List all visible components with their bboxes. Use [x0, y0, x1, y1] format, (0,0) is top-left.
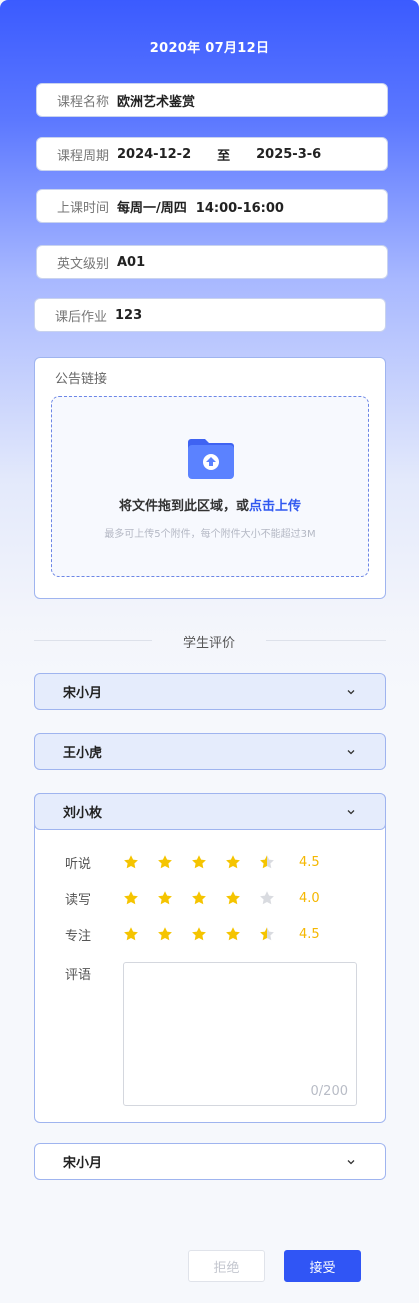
star-icon[interactable]	[191, 926, 207, 942]
student-name: 宋小月	[63, 1156, 103, 1171]
course-period-separator: 至	[217, 148, 231, 164]
chevron-down-icon	[347, 689, 355, 694]
course-name-label: 课程名称	[57, 94, 110, 110]
rating-label: 读写	[65, 892, 92, 908]
star-icon[interactable]	[191, 854, 207, 870]
star-icon[interactable]	[123, 854, 139, 870]
student-name: 刘小枚	[63, 806, 103, 821]
upload-hint: 最多可上传5个附件，每个附件大小不能超过3M	[104, 529, 316, 540]
upload-link[interactable]: 点击上传	[249, 499, 301, 514]
chevron-down-icon	[347, 749, 355, 754]
section-title-evaluation: 学生评价	[182, 636, 235, 651]
student-accordion-3-expanded: 刘小枚 听说 4.5 读写 4.0 专注 4.5 评语 0/200	[34, 793, 386, 1123]
rating-score: 4.0	[299, 890, 320, 906]
star-icon[interactable]	[123, 926, 139, 942]
file-upload-dropzone[interactable]: 将文件拖到此区域，或点击上传 最多可上传5个附件，每个附件大小不能超过3M	[51, 396, 369, 577]
star-icon[interactable]	[225, 890, 241, 906]
course-period-start: 2024-12-2	[117, 146, 192, 162]
rating-row-focus: 专注 4.5	[65, 924, 320, 944]
class-time-label: 上课时间	[57, 200, 110, 216]
star-icon[interactable]	[191, 890, 207, 906]
course-period-label: 课程周期	[57, 148, 110, 164]
student-accordion-3[interactable]: 刘小枚	[34, 793, 386, 830]
rating-score: 4.5	[299, 854, 320, 870]
comment-textarea[interactable]: 0/200	[123, 962, 357, 1106]
star-icon[interactable]	[157, 890, 173, 906]
chevron-down-icon	[347, 809, 355, 814]
star-icon[interactable]	[157, 854, 173, 870]
comment-label: 评语	[65, 968, 92, 983]
rating-row-reading-writing: 读写 4.0	[65, 888, 320, 908]
page-date-title: 2020年 07月12日	[149, 41, 270, 56]
star-rating[interactable]	[123, 926, 293, 942]
rating-label: 听说	[65, 856, 92, 872]
student-accordion-4[interactable]: 宋小月	[34, 1143, 386, 1180]
folder-upload-icon	[188, 439, 234, 479]
homework-row: 课后作业 123	[34, 298, 386, 332]
rating-row-listening: 听说 4.5	[65, 852, 320, 872]
star-icon[interactable]	[259, 890, 275, 906]
notice-link-card: 公告链接 将文件拖到此区域，或点击上传 最多可上传5个附件，每个附件大小不能超过…	[34, 357, 386, 599]
course-period-row: 课程周期 2024-12-2 至 2025-3-6	[36, 137, 388, 171]
course-period-end: 2025-3-6	[256, 146, 322, 162]
star-rating[interactable]	[123, 854, 293, 870]
upload-instruction: 将文件拖到此区域，或点击上传	[52, 495, 368, 514]
student-accordion-1[interactable]: 宋小月	[34, 673, 386, 710]
divider-left	[34, 640, 152, 641]
class-time-value: 每周一/周四 14:00-16:00	[117, 200, 284, 216]
english-level-row: 英文级别 A01	[36, 245, 388, 279]
star-icon[interactable]	[157, 926, 173, 942]
student-name: 宋小月	[63, 686, 103, 701]
homework-label: 课后作业	[55, 309, 108, 325]
english-level-label: 英文级别	[57, 256, 110, 272]
comment-char-count: 0/200	[310, 1084, 348, 1099]
star-icon[interactable]	[225, 926, 241, 942]
star-icon[interactable]	[259, 854, 275, 870]
student-name: 王小虎	[63, 746, 103, 761]
notice-title: 公告链接	[55, 372, 108, 387]
english-level-value: A01	[117, 254, 146, 270]
rating-score: 4.5	[299, 926, 320, 942]
star-icon[interactable]	[225, 854, 241, 870]
class-time-row: 上课时间 每周一/周四 14:00-16:00	[36, 189, 388, 223]
course-name-value: 欧洲艺术鉴赏	[117, 94, 196, 110]
evaluation-page: 2020年 07月12日 课程名称 欧洲艺术鉴赏 课程周期 2024-12-2 …	[0, 0, 419, 1303]
chevron-down-icon	[347, 1159, 355, 1164]
star-icon[interactable]	[259, 926, 275, 942]
homework-value: 123	[115, 307, 143, 323]
accept-button[interactable]: 接受	[284, 1250, 361, 1282]
rating-label: 专注	[65, 928, 92, 944]
course-name-row: 课程名称 欧洲艺术鉴赏	[36, 83, 388, 117]
star-icon[interactable]	[123, 890, 139, 906]
student-accordion-2[interactable]: 王小虎	[34, 733, 386, 770]
reject-button[interactable]: 拒绝	[188, 1250, 265, 1282]
star-rating[interactable]	[123, 890, 293, 906]
upload-instruction-text: 将文件拖到此区域，或	[118, 499, 249, 514]
divider-right	[266, 640, 386, 641]
